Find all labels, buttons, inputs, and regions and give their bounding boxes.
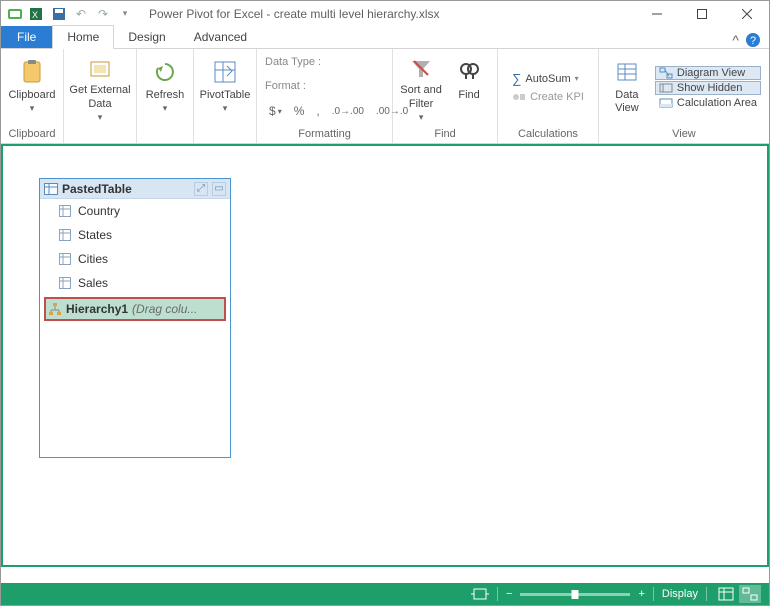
tab-advanced[interactable]: Advanced [180,26,261,48]
currency-button[interactable]: $ ▾ [265,102,286,120]
diagram-canvas[interactable]: PastedTable ⤢ ▭ Country States Cities Sa… [1,144,769,567]
tab-design[interactable]: Design [114,26,179,48]
qat-dropdown-icon[interactable]: ▾ [117,6,133,22]
group-clipboard: Clipboard ▾ Clipboard [1,49,64,143]
datatype-label: Data Type : [265,56,321,68]
get-external-data-button[interactable]: Get External Data ▾ [68,53,132,123]
diagram-view-toggle[interactable] [739,585,761,603]
app-icon [7,6,23,22]
redo-icon[interactable]: ↷ [95,6,111,22]
group-view: Data View Diagram View Show Hidden Calcu… [599,49,769,143]
sigma-icon: ∑ [512,71,521,86]
dropdown-arrow-icon: ▾ [223,103,228,114]
calculation-area-button[interactable]: Calculation Area [655,96,761,110]
dropdown-arrow-icon: ▾ [419,112,424,123]
group-formatting: Data Type : Format : $ ▾ % , .0→.00 .00→… [257,49,393,143]
hierarchy-icon [48,302,62,316]
sort-filter-button[interactable]: Sort and Filter ▾ [397,53,445,123]
table-icon [44,183,58,195]
svg-text:X: X [32,10,38,20]
dropdown-arrow-icon: ▾ [163,103,168,114]
close-button[interactable] [724,1,769,26]
diagram-view-button[interactable]: Diagram View [655,66,761,80]
calc-area-icon [659,97,673,109]
group-get-external-data: Get External Data ▾ [64,49,137,143]
zoom-out-button[interactable]: − [498,583,520,605]
group-sort-find: Sort and Filter ▾ Find Find [393,49,498,143]
dropdown-arrow-icon: ▾ [98,112,103,123]
refresh-button[interactable]: Refresh ▾ [141,53,189,123]
ribbon-tabs: File Home Design Advanced ^ ? [1,26,769,49]
increase-decimal-button[interactable]: .0→.00 [328,104,368,119]
find-button[interactable]: Find [445,53,493,123]
autosum-button[interactable]: ∑ AutoSum ▾ [508,70,588,87]
save-icon[interactable] [51,6,67,22]
field-states[interactable]: States [40,223,230,247]
column-icon [58,204,72,218]
field-country[interactable]: Country [40,199,230,223]
column-icon [58,252,72,266]
card-maximize-icon[interactable]: ▭ [212,182,226,196]
format-label: Format : [265,80,306,92]
undo-icon[interactable]: ↶ [73,6,89,22]
zoom-slider[interactable] [520,583,630,605]
hierarchy-name: Hierarchy1 [66,302,128,316]
kpi-icon [512,90,526,104]
display-label: Display [654,583,706,605]
excel-icon: X [29,6,45,22]
hierarchy-item[interactable]: Hierarchy1 (Drag colu... [44,297,226,321]
data-view-toggle[interactable] [715,585,737,603]
group-pivottable: PivotTable ▾ [194,49,257,143]
paste-button[interactable]: Clipboard ▾ [5,53,59,123]
help-icon[interactable]: ? [745,32,761,48]
tab-file[interactable]: File [1,26,52,48]
dropdown-arrow-icon: ▾ [30,103,35,114]
maximize-button[interactable] [679,1,724,26]
collapse-ribbon-icon[interactable]: ^ [732,32,739,48]
show-hidden-button[interactable]: Show Hidden [655,81,761,95]
title-bar: X ↶ ↷ ▾ Power Pivot for Excel - create m… [1,1,769,26]
hierarchy-hint: (Drag colu... [132,302,197,316]
percent-button[interactable]: % [290,102,309,120]
comma-button[interactable]: , [312,102,323,120]
group-refresh: Refresh ▾ [137,49,194,143]
table-card[interactable]: PastedTable ⤢ ▭ Country States Cities Sa… [39,178,231,458]
data-view-button[interactable]: Data View [603,53,651,123]
minimize-button[interactable] [634,1,679,26]
zoom-in-button[interactable]: + [630,583,652,605]
ribbon: Clipboard ▾ Clipboard Get External Data … [1,49,769,144]
window-title: Power Pivot for Excel - create multi lev… [133,7,634,21]
svg-text:?: ? [750,35,756,47]
fit-to-screen-button[interactable] [463,583,497,605]
column-icon [58,276,72,290]
card-expand-icon[interactable]: ⤢ [194,182,208,196]
tab-home[interactable]: Home [52,25,114,49]
table-name: PastedTable [62,182,190,196]
field-cities[interactable]: Cities [40,247,230,271]
create-kpi-button[interactable]: Create KPI [508,89,588,105]
diagram-icon [659,67,673,79]
field-sales[interactable]: Sales [40,271,230,295]
status-bar: − + Display [1,583,769,605]
column-icon [58,228,72,242]
show-hidden-icon [659,82,673,94]
table-card-header[interactable]: PastedTable ⤢ ▭ [40,179,230,199]
group-calculations: ∑ AutoSum ▾ Create KPI Calculations [498,49,599,143]
pivottable-button[interactable]: PivotTable ▾ [198,53,252,123]
